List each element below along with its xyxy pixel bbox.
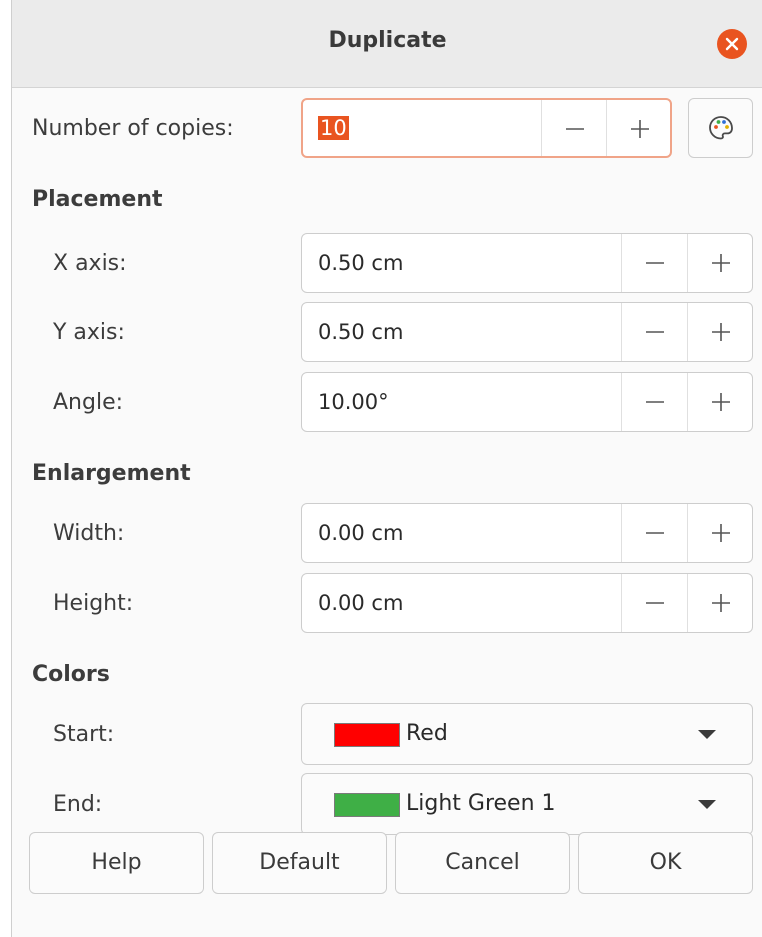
placement-heading: Placement <box>32 187 163 212</box>
height-increment-button[interactable] <box>687 574 753 632</box>
minus-icon <box>646 532 664 534</box>
y-axis-label: Y axis: <box>53 320 125 345</box>
title-bar: Duplicate <box>12 0 762 88</box>
values-from-selection-button[interactable] <box>688 98 753 158</box>
width-input[interactable]: 0.00 cm <box>318 504 403 562</box>
angle-input[interactable]: 10.00° <box>318 373 389 431</box>
chevron-down-icon <box>698 730 716 739</box>
minus-icon <box>566 128 584 130</box>
ok-button[interactable]: OK <box>578 832 753 894</box>
copies-input[interactable]: 10 <box>318 100 349 156</box>
plus-icon <box>631 120 649 138</box>
colors-heading: Colors <box>32 662 110 687</box>
width-label: Width: <box>53 521 125 546</box>
height-input[interactable]: 0.00 cm <box>318 574 403 632</box>
plus-icon <box>712 323 730 341</box>
x-axis-increment-button[interactable] <box>687 234 753 292</box>
x-axis-label: X axis: <box>53 251 127 276</box>
minus-icon <box>646 401 664 403</box>
plus-icon <box>712 393 730 411</box>
width-spinbox[interactable]: 0.00 cm <box>301 503 753 563</box>
enlargement-heading: Enlargement <box>32 461 191 486</box>
start-color-dropdown[interactable]: Red <box>301 703 753 765</box>
angle-label: Angle: <box>53 390 124 415</box>
end-color-value: Light Green 1 <box>406 791 556 816</box>
minus-icon <box>646 331 664 333</box>
height-label: Height: <box>53 591 134 616</box>
end-color-dropdown[interactable]: Light Green 1 <box>301 773 753 835</box>
angle-decrement-button[interactable] <box>621 373 687 431</box>
copies-decrement-button[interactable] <box>541 100 607 156</box>
y-axis-decrement-button[interactable] <box>621 303 687 361</box>
plus-icon <box>712 524 730 542</box>
end-color-swatch <box>334 793 400 817</box>
plus-icon <box>712 254 730 272</box>
start-color-swatch <box>334 723 400 747</box>
height-decrement-button[interactable] <box>621 574 687 632</box>
start-color-label: Start: <box>53 722 115 747</box>
duplicate-dialog: Duplicate Number of copies: 10 Placement… <box>11 0 762 937</box>
copies-spinbox[interactable]: 10 <box>301 98 672 158</box>
width-decrement-button[interactable] <box>621 504 687 562</box>
height-spinbox[interactable]: 0.00 cm <box>301 573 753 633</box>
dialog-title: Duplicate <box>328 28 447 53</box>
angle-increment-button[interactable] <box>687 373 753 431</box>
close-button[interactable] <box>717 29 747 59</box>
close-icon <box>725 37 739 51</box>
copies-increment-button[interactable] <box>606 100 672 156</box>
y-axis-spinbox[interactable]: 0.50 cm <box>301 302 753 362</box>
y-axis-input[interactable]: 0.50 cm <box>318 303 403 361</box>
minus-icon <box>646 262 664 264</box>
end-color-label: End: <box>53 792 103 817</box>
chevron-down-icon <box>698 800 716 809</box>
x-axis-decrement-button[interactable] <box>621 234 687 292</box>
copies-label: Number of copies: <box>32 116 234 141</box>
y-axis-increment-button[interactable] <box>687 303 753 361</box>
default-button[interactable]: Default <box>212 832 387 894</box>
cancel-button[interactable]: Cancel <box>395 832 570 894</box>
palette-icon <box>709 116 733 140</box>
start-color-value: Red <box>406 721 448 746</box>
x-axis-spinbox[interactable]: 0.50 cm <box>301 233 753 293</box>
plus-icon <box>712 594 730 612</box>
width-increment-button[interactable] <box>687 504 753 562</box>
angle-spinbox[interactable]: 10.00° <box>301 372 753 432</box>
x-axis-input[interactable]: 0.50 cm <box>318 234 403 292</box>
help-button[interactable]: Help <box>29 832 204 894</box>
minus-icon <box>646 602 664 604</box>
